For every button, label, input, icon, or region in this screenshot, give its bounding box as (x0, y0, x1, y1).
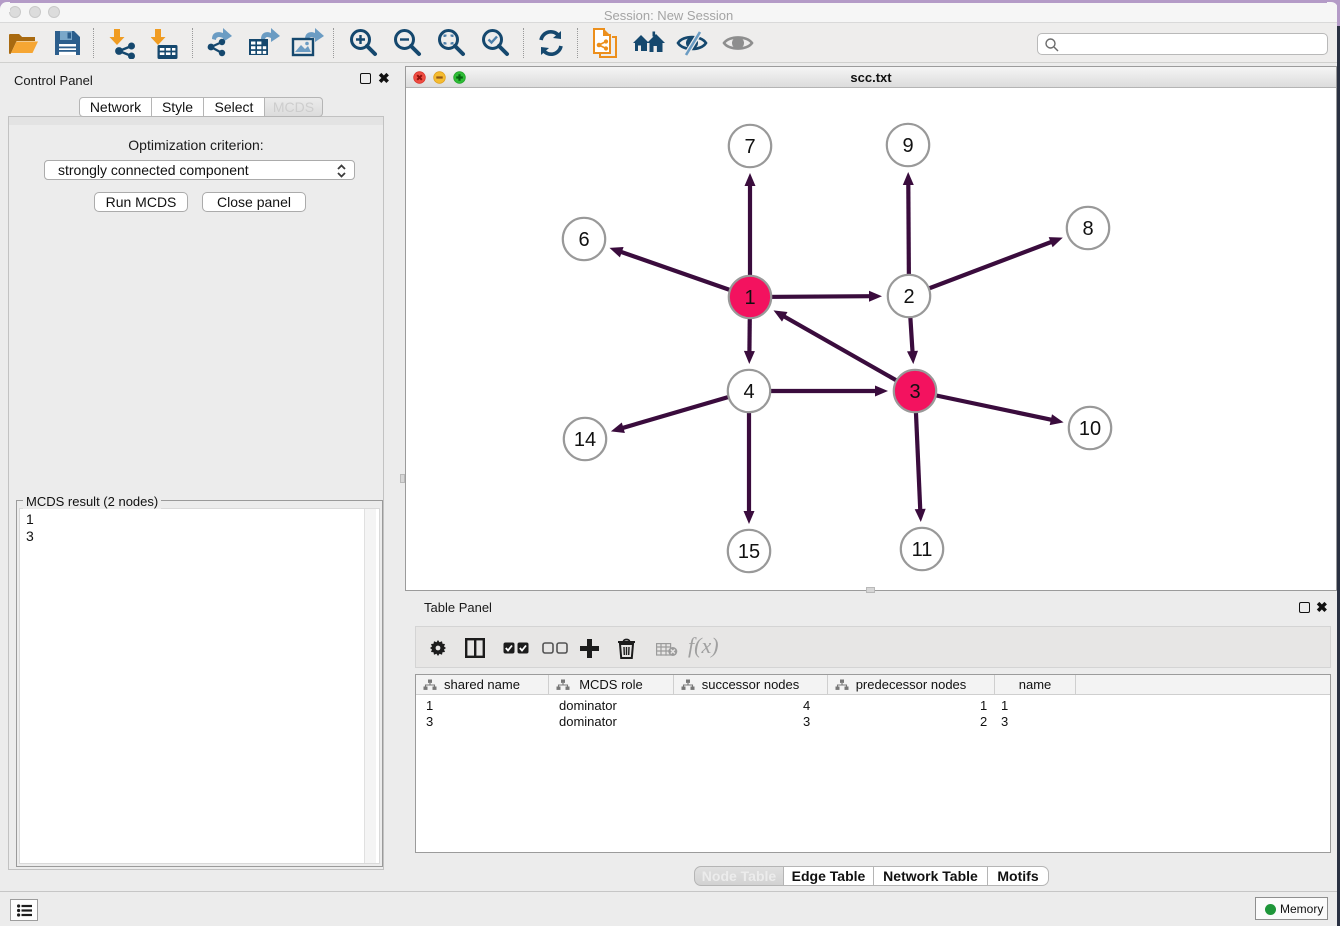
svg-text:15: 15 (738, 541, 760, 563)
svg-text:2: 2 (903, 286, 914, 308)
svg-text:14: 14 (574, 429, 596, 451)
svg-text:6: 6 (578, 229, 589, 251)
svg-text:9: 9 (902, 135, 913, 157)
svg-text:4: 4 (743, 381, 754, 403)
svg-text:11: 11 (912, 539, 933, 561)
svg-text:1: 1 (744, 287, 755, 309)
svg-text:10: 10 (1079, 418, 1101, 440)
svg-text:7: 7 (744, 136, 755, 158)
svg-text:8: 8 (1082, 218, 1093, 240)
svg-text:3: 3 (909, 381, 920, 403)
